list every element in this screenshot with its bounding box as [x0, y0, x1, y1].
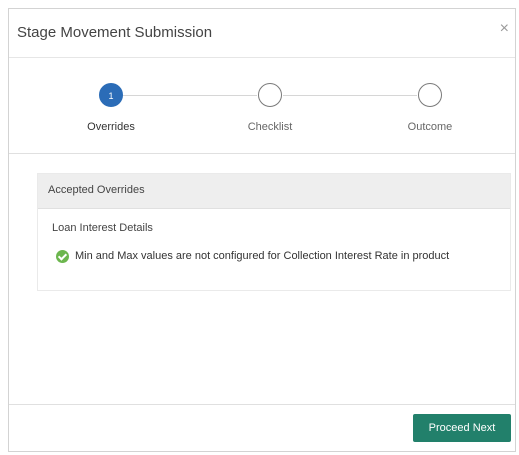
accepted-overrides-panel: Accepted Overrides Loan Interest Details…: [37, 173, 511, 291]
step-3-indicator[interactable]: [418, 83, 442, 107]
modal-title: Stage Movement Submission: [17, 24, 213, 41]
panel-title: Accepted Overrides: [48, 184, 145, 196]
check-circle-icon: [56, 249, 69, 263]
progress-stepper: 1 Overrides Checklist Outcome: [9, 57, 515, 154]
override-text: Min and Max values are not configured fo…: [75, 250, 450, 262]
step-2-label[interactable]: Checklist: [220, 121, 320, 133]
step-2-indicator[interactable]: [258, 83, 282, 107]
step-3-label[interactable]: Outcome: [380, 121, 480, 133]
step-connector-2: [283, 95, 417, 96]
step-1-label[interactable]: Overrides: [61, 121, 161, 133]
modal-footer: Proceed Next: [9, 404, 515, 454]
modal-header: Stage Movement Submission ×: [9, 9, 515, 58]
proceed-next-button[interactable]: Proceed Next: [413, 414, 511, 442]
panel-header: Accepted Overrides: [38, 174, 510, 209]
step-1-indicator[interactable]: 1: [99, 83, 123, 107]
step-connector-1: [123, 95, 257, 96]
close-icon[interactable]: ×: [500, 21, 509, 37]
stage-movement-modal: Stage Movement Submission × 1 Overrides …: [8, 8, 516, 452]
section-title: Loan Interest Details: [52, 222, 153, 234]
override-item: Min and Max values are not configured fo…: [56, 248, 449, 264]
